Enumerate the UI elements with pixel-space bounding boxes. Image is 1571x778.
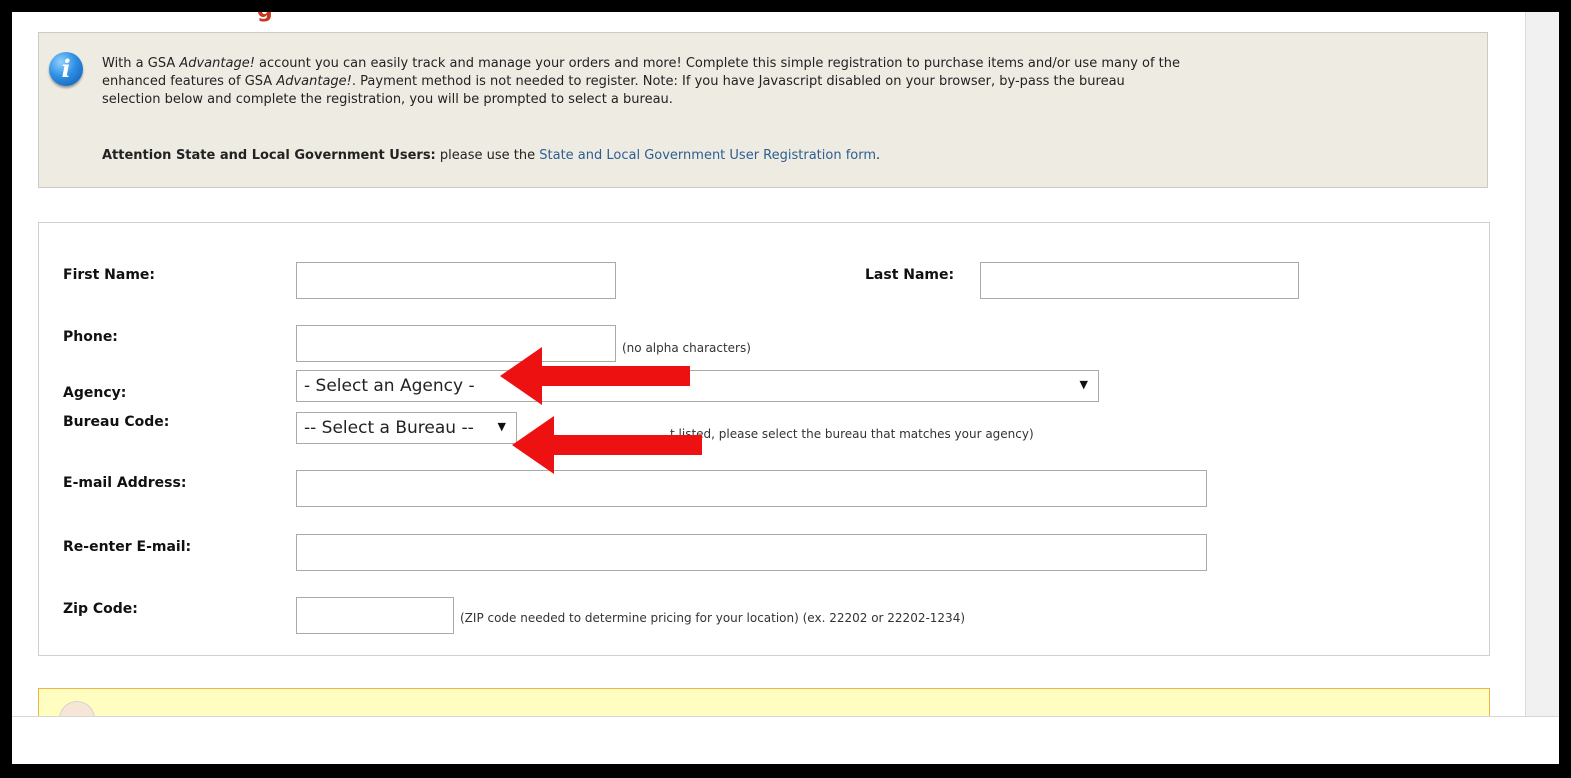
info-notice: i With a GSA Advantage! account you can …	[38, 32, 1488, 188]
vertical-scrollbar[interactable]	[1525, 12, 1559, 716]
first-name-input[interactable]	[296, 262, 616, 299]
zip-code-input[interactable]	[296, 597, 454, 634]
last-name-label: Last Name:	[865, 267, 955, 283]
email-label: E-mail Address:	[63, 475, 187, 491]
red-arrow-icon-bureau	[512, 416, 702, 474]
state-local-registration-link[interactable]: State and Local Government User Registra…	[539, 148, 876, 163]
browser-viewport: g i With a GSA Advantage! account you ca…	[12, 12, 1559, 764]
agency-select[interactable]: - Select an Agency - ▼	[296, 370, 1099, 402]
attention-notice: Attention State and Local Government Use…	[102, 148, 881, 163]
zip-code-label: Zip Code:	[63, 601, 138, 617]
dropdown-arrow-icon: ▼	[1079, 378, 1088, 391]
page-title-fragment: g	[257, 12, 279, 23]
last-name-input[interactable]	[980, 262, 1299, 299]
reenter-email-label: Re-enter E-mail:	[63, 539, 192, 555]
agency-label: Agency:	[63, 385, 127, 401]
bureau-code-label: Bureau Code:	[63, 414, 170, 430]
email-input[interactable]	[296, 470, 1207, 507]
info-text: With a GSA Advantage! account you can ea…	[102, 56, 1181, 107]
dropdown-arrow-icon: ▼	[497, 420, 506, 433]
red-arrow-icon-agency	[500, 347, 690, 405]
bureau-select[interactable]: -- Select a Bureau -- ▼	[296, 412, 517, 444]
registration-form: First Name: Last Name: Phone: (no alpha …	[38, 222, 1490, 656]
phone-label: Phone:	[63, 329, 118, 345]
bottom-blank-area	[12, 716, 1559, 764]
reenter-email-input[interactable]	[296, 534, 1207, 571]
zip-code-hint: (ZIP code needed to determine pricing fo…	[460, 611, 966, 625]
info-icon: i	[49, 52, 83, 86]
bureau-hint: t listed, please select the bureau that …	[670, 427, 1034, 441]
first-name-label: First Name:	[63, 267, 156, 283]
